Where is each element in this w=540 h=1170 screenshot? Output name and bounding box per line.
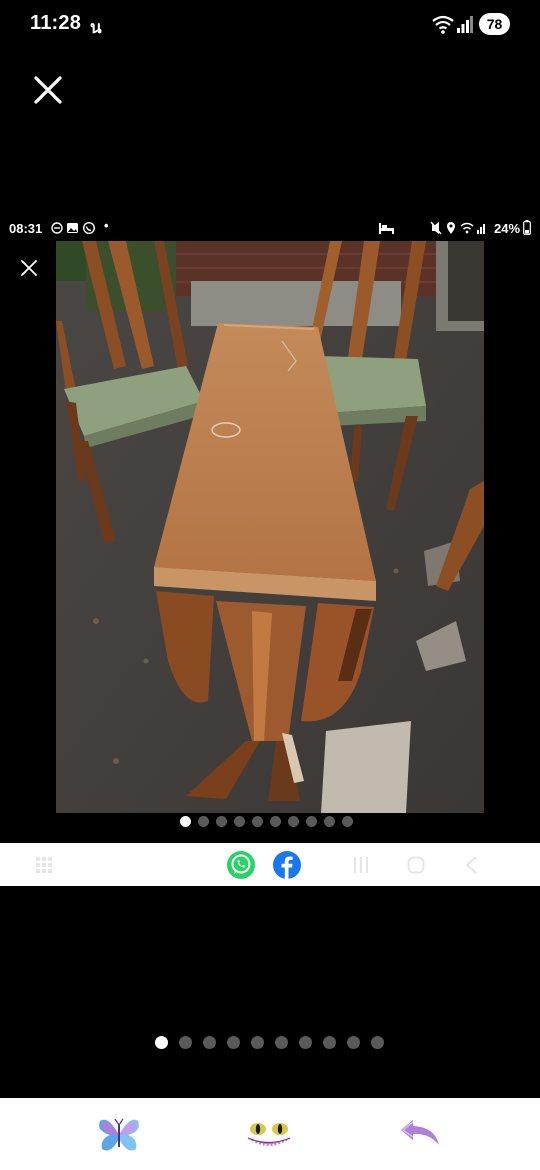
signal-icon [457, 16, 473, 33]
sleep-icon [379, 223, 394, 234]
reply-icon[interactable] [399, 1118, 443, 1148]
inner-carousel-dot[interactable] [306, 816, 317, 827]
back-icon [465, 856, 477, 874]
outer-carousel-dot[interactable] [323, 1036, 336, 1049]
battery-icon [523, 220, 531, 235]
inner-carousel-dot[interactable] [252, 816, 263, 827]
home-icon [407, 856, 425, 874]
butterfly-icon[interactable] [96, 1113, 142, 1157]
cat-face-icon[interactable] [244, 1118, 294, 1154]
outer-carousel-dot[interactable] [179, 1036, 192, 1049]
inner-carousel-dot[interactable] [288, 816, 299, 827]
recents-icon [36, 857, 52, 873]
inner-battery-level: 24% [494, 221, 521, 236]
inner-close-icon [21, 260, 37, 276]
bottom-action-bar [0, 1098, 540, 1170]
outer-carousel-dot[interactable] [155, 1036, 168, 1049]
outer-carousel-dot[interactable] [227, 1036, 240, 1049]
inner-system-icons [430, 221, 485, 235]
table-and-chairs-photo [56, 241, 484, 813]
close-button[interactable] [30, 72, 66, 108]
lines-icon [354, 857, 368, 873]
inner-carousel-dot[interactable] [324, 816, 335, 827]
inner-carousel-dot[interactable] [342, 816, 353, 827]
inner-status-time: 08:31 [9, 221, 43, 236]
facebook-icon[interactable] [272, 850, 302, 880]
whatsapp-icon[interactable] [226, 850, 256, 880]
inner-carousel-dot[interactable] [216, 816, 227, 827]
outer-carousel-dot[interactable] [275, 1036, 288, 1049]
outer-carousel-dot[interactable] [299, 1036, 312, 1049]
inner-carousel-dot[interactable] [180, 816, 191, 827]
status-time: 11:28 [30, 12, 82, 34]
notification-icon: น [90, 18, 102, 37]
share-bar [0, 843, 540, 886]
battery-badge: 78 [479, 13, 510, 35]
inner-carousel-dot[interactable] [270, 816, 281, 827]
inner-status-dot: • [104, 218, 109, 233]
inner-carousel-dot[interactable] [234, 816, 245, 827]
inner-carousel-dots [180, 816, 353, 828]
outer-carousel-dots [155, 1036, 384, 1049]
status-bar: 11:28 น 78 [0, 0, 540, 50]
outer-carousel-dot[interactable] [347, 1036, 360, 1049]
outer-carousel-dot[interactable] [371, 1036, 384, 1049]
outer-carousel-dot[interactable] [203, 1036, 216, 1049]
outer-carousel-dot[interactable] [251, 1036, 264, 1049]
inner-status-bar: 08:31 • 24% [0, 216, 540, 240]
inner-carousel-dot[interactable] [198, 816, 209, 827]
wifi-icon [432, 15, 454, 34]
listing-photo[interactable] [56, 241, 484, 813]
